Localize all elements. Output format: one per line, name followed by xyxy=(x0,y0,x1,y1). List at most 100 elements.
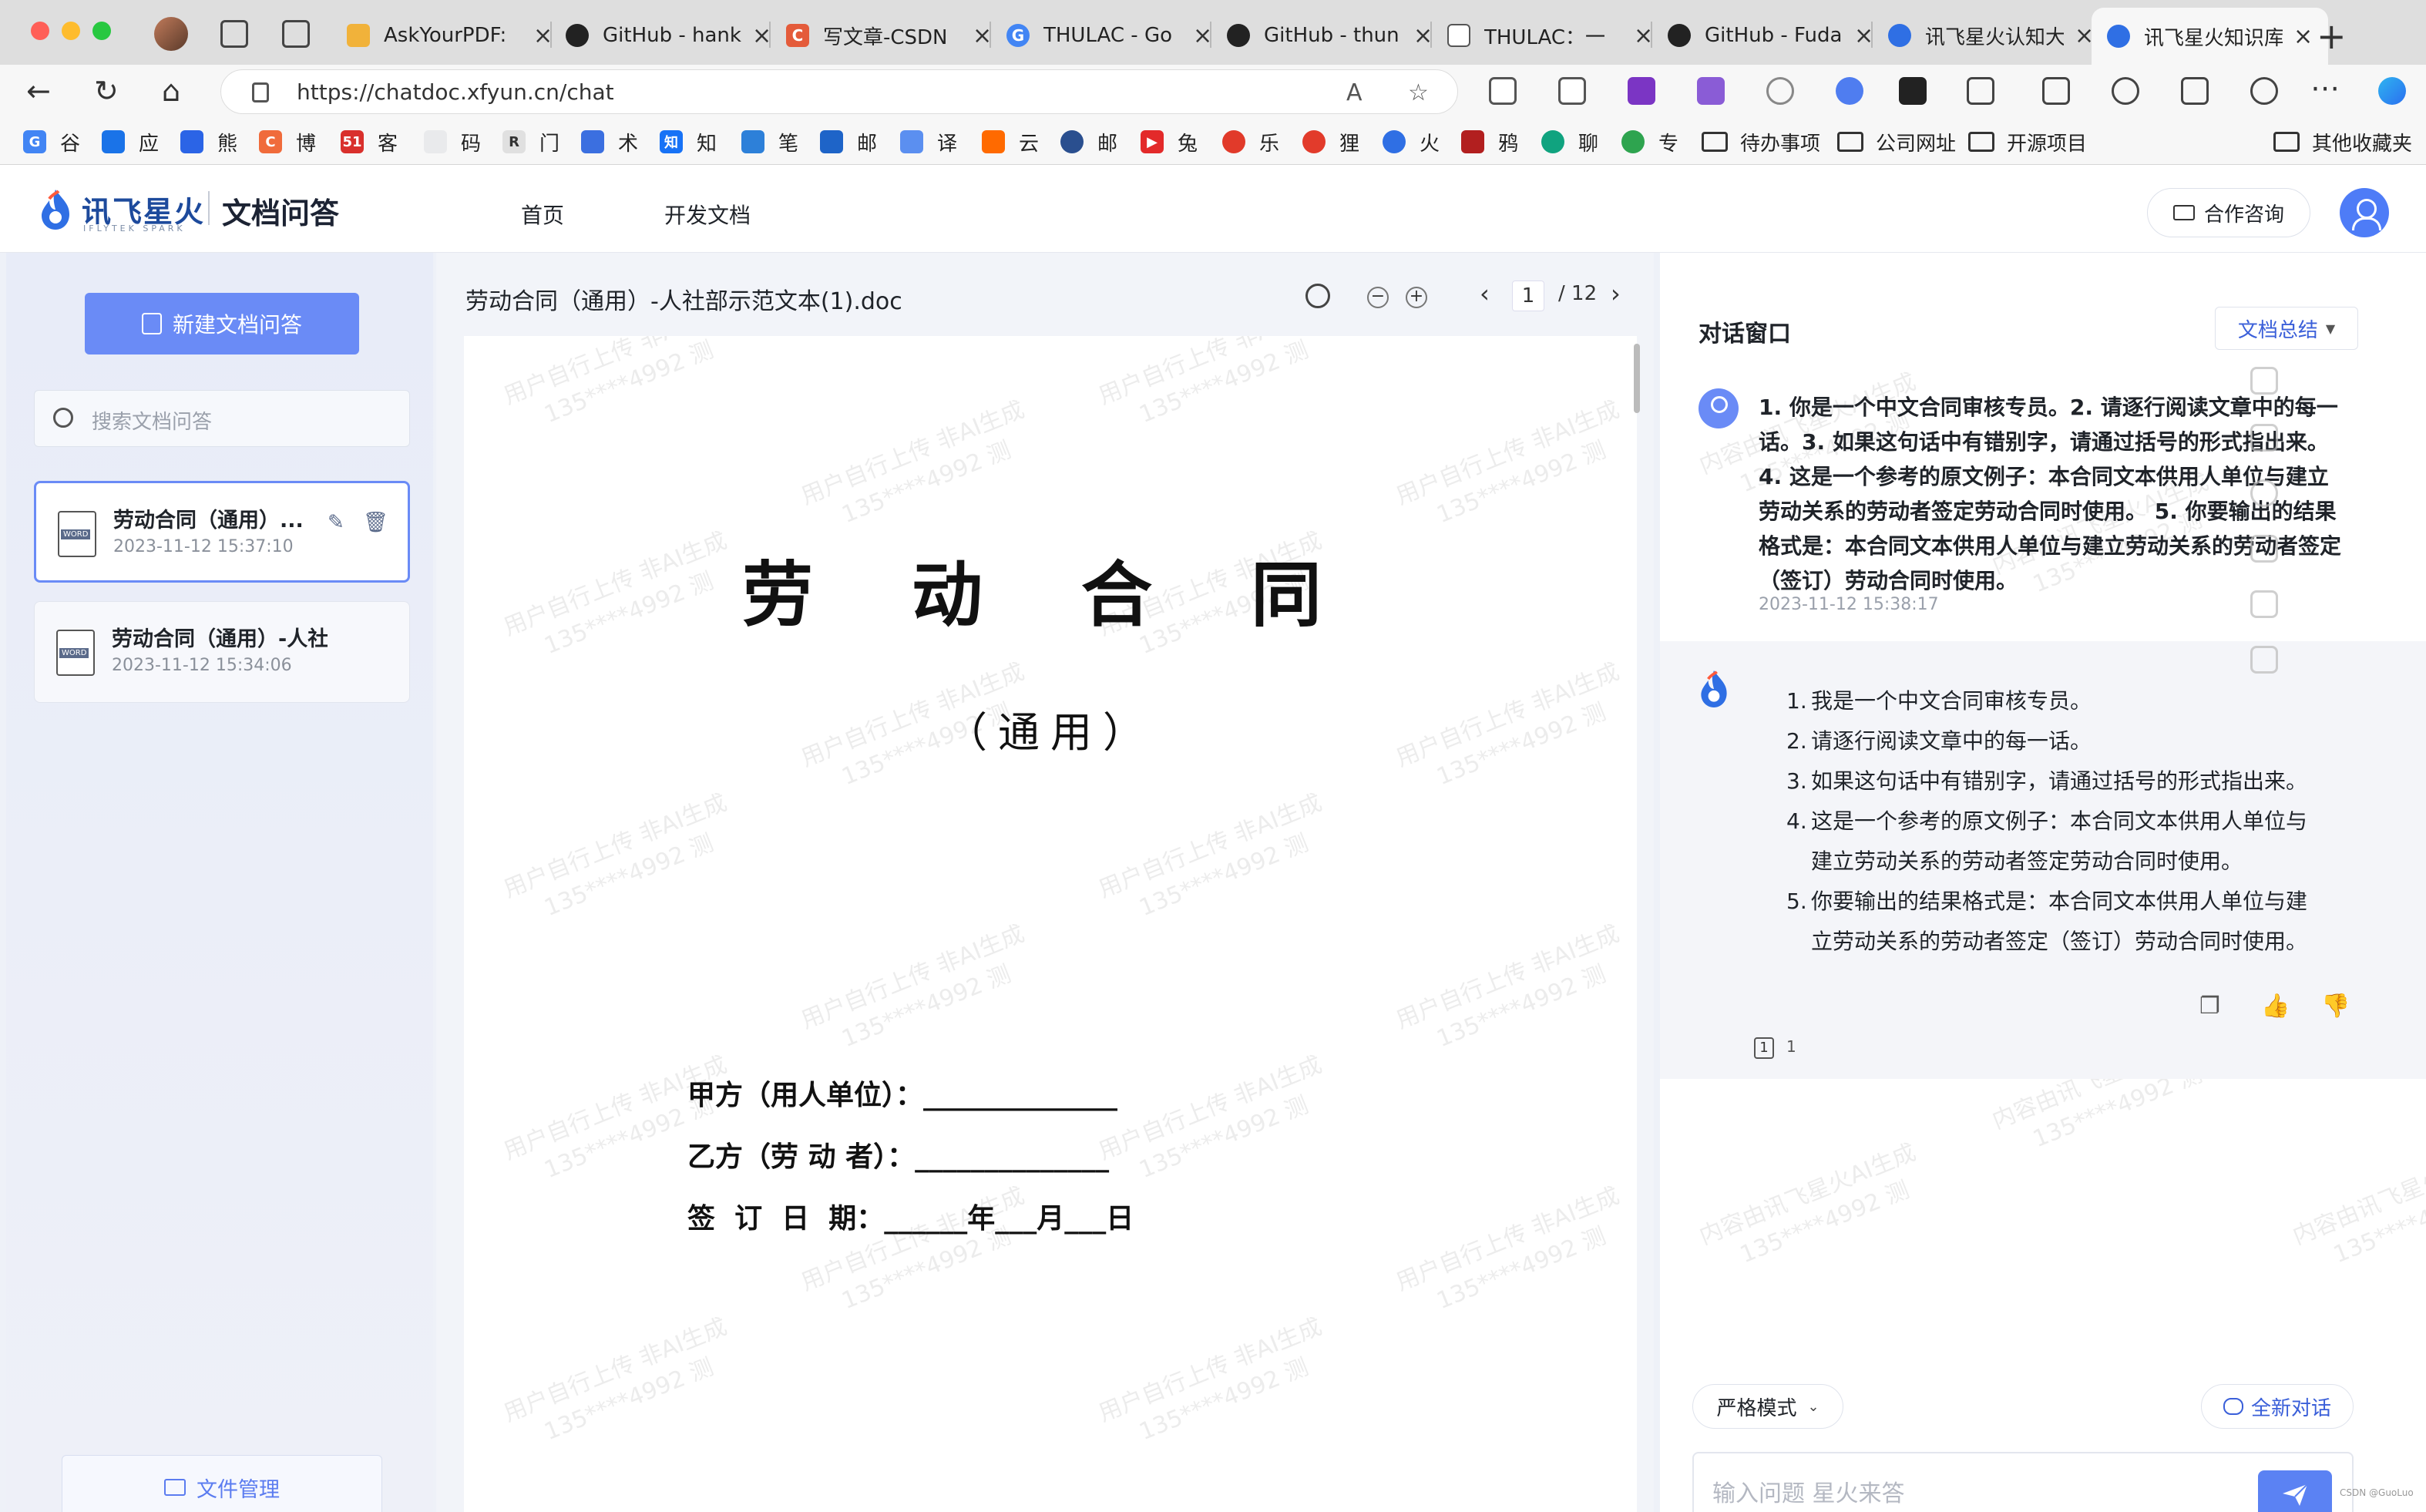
spark-logo-icon[interactable] xyxy=(35,188,76,231)
bookmark-item[interactable]: 码 xyxy=(424,128,481,156)
collections-icon[interactable] xyxy=(2181,77,2209,105)
question-input[interactable] xyxy=(1712,1475,2236,1512)
link-icon[interactable] xyxy=(2250,535,2278,563)
watermark: 用户自行上传 非AI生成 135****4992 测 xyxy=(499,336,731,429)
bookmark-item[interactable]: 术 xyxy=(581,128,638,156)
reader-icon[interactable] xyxy=(1489,77,1517,105)
window-close-button[interactable] xyxy=(31,22,49,40)
zoom-out-button[interactable]: − xyxy=(1367,287,1389,308)
browser-tab[interactable]: AskYourPDF: × xyxy=(331,11,568,60)
home-icon[interactable]: ⌂ xyxy=(162,74,180,108)
copilot-icon[interactable] xyxy=(2378,77,2406,105)
browser-tab[interactable]: GitHub - Fuda × xyxy=(1652,11,1889,60)
split-screen-icon[interactable] xyxy=(2042,77,2070,105)
bookmark-item[interactable]: 聊 xyxy=(1541,128,1598,156)
other-bookmarks-folder[interactable]: 其他收藏夹 xyxy=(2273,128,2412,156)
summary-dropdown[interactable]: 文档总结 ▼ xyxy=(2215,307,2358,350)
read-aloud-icon[interactable]: A xyxy=(1346,79,1363,106)
browser-tab[interactable]: GitHub - thun × xyxy=(1211,11,1448,60)
bookmark-item[interactable]: 51 客 xyxy=(341,128,398,156)
next-page-button[interactable]: › xyxy=(1611,279,1621,308)
reload-icon[interactable]: ↻ xyxy=(94,74,119,108)
window-minimize-button[interactable] xyxy=(62,22,80,40)
prev-page-button[interactable]: ‹ xyxy=(1480,279,1490,308)
bookmark-item[interactable]: 邮 xyxy=(820,128,877,156)
url-text[interactable]: https://chatdoc.xfyun.cn/chat xyxy=(297,79,614,105)
home-icon[interactable] xyxy=(2250,590,2278,618)
bookmark-item[interactable]: 译 xyxy=(900,128,957,156)
page-number-input[interactable]: 1 xyxy=(1512,281,1544,311)
bookmark-item[interactable]: 熊 xyxy=(180,128,237,156)
delete-icon[interactable]: 🗑 xyxy=(363,511,388,534)
browser-tab[interactable]: GitHub - hank × xyxy=(550,11,787,60)
zoom-in-button[interactable]: + xyxy=(1406,287,1427,308)
circle-extension-icon[interactable] xyxy=(1836,77,1863,105)
bookmark-folder[interactable]: 待办事项 xyxy=(1702,128,1820,156)
watermark: 内容由讯飞星火AI生成135****4992 测 xyxy=(1695,1138,1920,1269)
close-tab-icon[interactable]: × xyxy=(2293,23,2313,50)
health-icon[interactable] xyxy=(2250,77,2278,105)
consult-button[interactable]: 合作咨询 xyxy=(2147,188,2310,237)
dark-extension-icon[interactable] xyxy=(1899,77,1927,105)
workspaces-icon[interactable] xyxy=(220,20,248,48)
search-icon[interactable] xyxy=(1305,284,1330,308)
copy-icon[interactable]: ❐ xyxy=(2199,993,2220,1020)
new-doc-qa-button[interactable]: 新建文档问答 xyxy=(85,293,359,354)
more-menu-icon[interactable]: ⋯ xyxy=(2310,71,2340,105)
bookmark-item[interactable]: ▶ 兔 xyxy=(1141,128,1198,156)
bookmark-item[interactable]: 狸 xyxy=(1302,128,1359,156)
bookmark-item[interactable]: 邮 xyxy=(1060,128,1117,156)
url-field[interactable]: https://chatdoc.xfyun.cn/chat A ☆ xyxy=(220,69,1458,114)
bookmark-folder[interactable]: 开源项目 xyxy=(1968,128,2087,156)
profile-avatar[interactable] xyxy=(154,17,188,51)
browser-tab-active[interactable]: 讯飞星火知识库 × xyxy=(2092,8,2329,65)
more-icon[interactable] xyxy=(2250,646,2278,674)
browser-tab[interactable]: 讯飞星火认知大 × xyxy=(1873,11,2109,60)
comment-icon[interactable] xyxy=(2250,479,2278,507)
extension-icon[interactable] xyxy=(1697,77,1725,105)
bookmark-item[interactable]: 云 xyxy=(982,128,1039,156)
onenote-icon[interactable] xyxy=(1628,77,1655,105)
puzzle-icon[interactable] xyxy=(1967,77,1994,105)
bookmark-item[interactable]: 乐 xyxy=(1222,128,1279,156)
favorite-star-icon[interactable]: ☆ xyxy=(1408,79,1429,106)
clipboard-icon[interactable] xyxy=(1558,77,1586,105)
doc-list-item[interactable]: WORD 劳动合同（通用）-人社... 2023-11-12 15:34:06 xyxy=(34,601,410,703)
browser-tab[interactable]: THULAC：一 × xyxy=(1432,11,1668,60)
watermark: 用户自行上传 非AI生成 135****4992 测 xyxy=(499,788,731,922)
doc-list-item-active[interactable]: WORD 劳动合同（通用）... 2023-11-12 15:37:10 ✎ 🗑 xyxy=(34,481,410,583)
strict-mode-dropdown[interactable]: 严格模式 ⌄ xyxy=(1692,1384,1843,1429)
new-chat-button[interactable]: 全新对话 xyxy=(2201,1384,2354,1429)
bookmark-item[interactable]: 专 xyxy=(1621,128,1678,156)
favorites-icon[interactable] xyxy=(2112,77,2139,105)
tab-actions-icon[interactable] xyxy=(282,20,310,48)
openai-icon[interactable] xyxy=(1766,77,1794,105)
new-tab-button[interactable]: + xyxy=(2317,15,2347,57)
bookmark-item[interactable]: 笔 xyxy=(741,128,798,156)
bookmark-item[interactable]: G谷 xyxy=(23,128,80,156)
document-scrollbar[interactable] xyxy=(1634,344,1640,413)
nav-dev-docs[interactable]: 开发文档 xyxy=(664,199,751,230)
send-button[interactable] xyxy=(2258,1470,2332,1512)
bookmark-item[interactable]: 鸦 xyxy=(1461,128,1518,156)
file-management-button[interactable]: 文件管理 xyxy=(62,1455,382,1512)
bookmark-item[interactable]: C博 xyxy=(259,128,316,156)
thumbs-down-icon[interactable]: 👎 xyxy=(2321,993,2350,1020)
grid-icon[interactable] xyxy=(2250,367,2278,395)
bookmark-item[interactable]: 知知 xyxy=(660,128,717,156)
bookmark-folder[interactable]: 公司网址 xyxy=(1837,128,1956,156)
thumbs-up-icon[interactable]: 👍 xyxy=(2261,993,2290,1020)
nav-home[interactable]: 首页 xyxy=(521,199,564,230)
edit-icon[interactable]: ✎ xyxy=(328,511,349,534)
bookmark-item[interactable]: 火 xyxy=(1383,128,1440,156)
reference-badge[interactable]: 1 xyxy=(1754,1037,1774,1059)
doc-search-input[interactable]: 搜索文档问答 xyxy=(34,390,410,447)
window-maximize-button[interactable] xyxy=(92,22,111,40)
bookmark-item[interactable]: R门 xyxy=(502,128,559,156)
back-icon[interactable]: ← xyxy=(26,74,51,108)
user-avatar[interactable] xyxy=(2340,188,2389,237)
browser-tab[interactable]: C 写文章-CSDN × xyxy=(771,11,1007,60)
browser-tab[interactable]: G THULAC - Go × xyxy=(991,11,1228,60)
bookmark-item[interactable]: 应 xyxy=(102,128,159,156)
star-icon[interactable] xyxy=(2250,424,2278,452)
